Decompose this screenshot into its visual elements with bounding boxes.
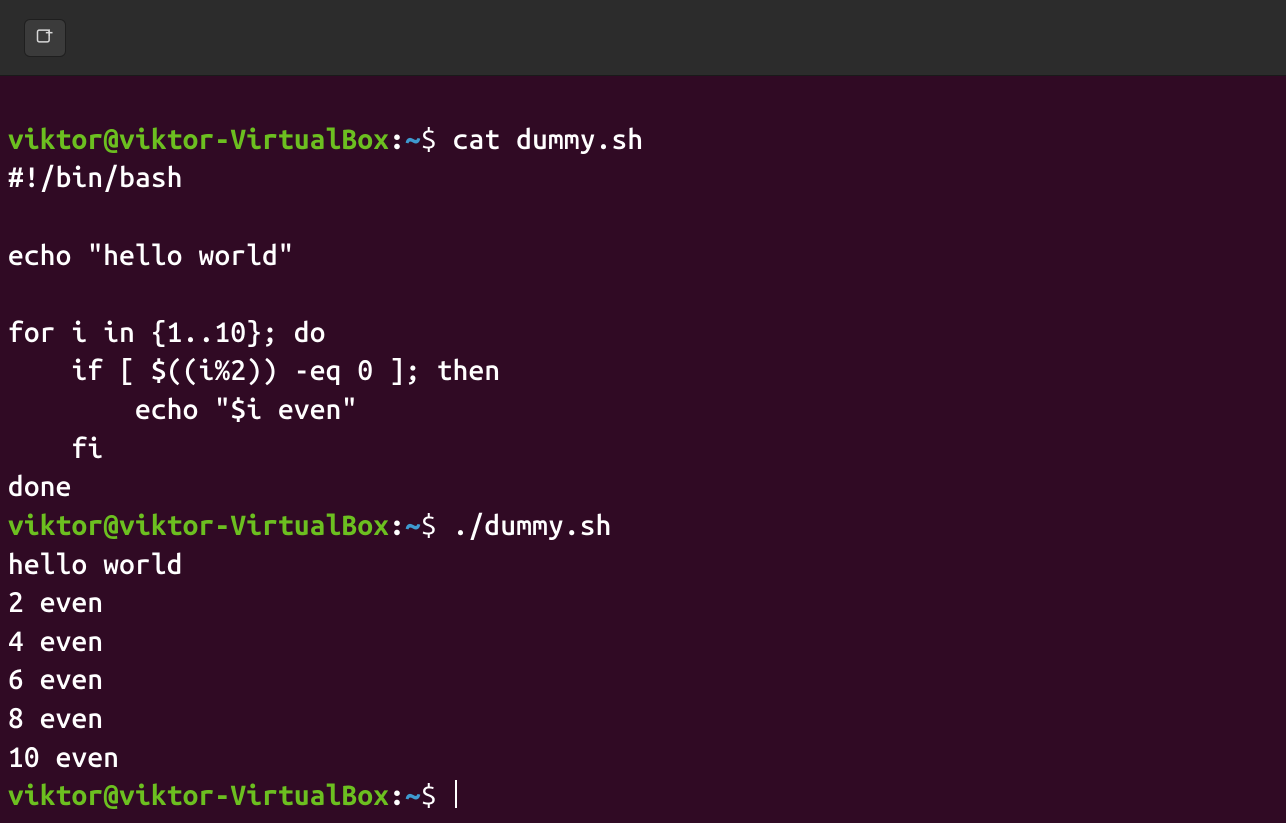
command-text bbox=[437, 780, 453, 811]
output-line: for i in {1..10}; do bbox=[8, 317, 326, 348]
prompt-path: ~ bbox=[405, 510, 421, 541]
command-text: cat dummy.sh bbox=[437, 124, 643, 155]
output-line: 4 even bbox=[8, 626, 103, 657]
prompt-user-host: viktor@viktor-VirtualBox bbox=[8, 124, 389, 155]
output-line: hello world bbox=[8, 549, 183, 580]
prompt-colon: : bbox=[389, 780, 405, 811]
prompt-line-3: viktor@viktor-VirtualBox:~$ bbox=[8, 780, 457, 811]
prompt-colon: : bbox=[389, 124, 405, 155]
prompt-user-host: viktor@viktor-VirtualBox bbox=[8, 510, 389, 541]
new-tab-icon bbox=[35, 26, 55, 50]
output-line: 2 even bbox=[8, 587, 103, 618]
output-line: echo "hello world" bbox=[8, 240, 294, 271]
prompt-dollar: $ bbox=[421, 780, 437, 811]
output-line: fi bbox=[8, 433, 103, 464]
cursor-icon bbox=[455, 780, 457, 808]
output-line: 8 even bbox=[8, 703, 103, 734]
prompt-dollar: $ bbox=[421, 510, 437, 541]
terminal-output[interactable]: viktor@viktor-VirtualBox:~$ cat dummy.sh… bbox=[0, 76, 1286, 823]
new-tab-button[interactable] bbox=[24, 19, 66, 57]
prompt-line-2: viktor@viktor-VirtualBox:~$ ./dummy.sh bbox=[8, 510, 611, 541]
prompt-line-1: viktor@viktor-VirtualBox:~$ cat dummy.sh bbox=[8, 124, 643, 155]
output-line: done bbox=[8, 471, 72, 502]
prompt-dollar: $ bbox=[421, 124, 437, 155]
prompt-user-host: viktor@viktor-VirtualBox bbox=[8, 780, 389, 811]
command-text: ./dummy.sh bbox=[437, 510, 612, 541]
output-line: 10 even bbox=[8, 742, 119, 773]
output-line: if [ $((i%2)) -eq 0 ]; then bbox=[8, 355, 500, 386]
prompt-path: ~ bbox=[405, 124, 421, 155]
prompt-colon: : bbox=[389, 510, 405, 541]
prompt-path: ~ bbox=[405, 780, 421, 811]
window-titlebar bbox=[0, 0, 1286, 76]
output-line: echo "$i even" bbox=[8, 394, 357, 425]
output-line: 6 even bbox=[8, 664, 103, 695]
output-line: #!/bin/bash bbox=[8, 162, 183, 193]
